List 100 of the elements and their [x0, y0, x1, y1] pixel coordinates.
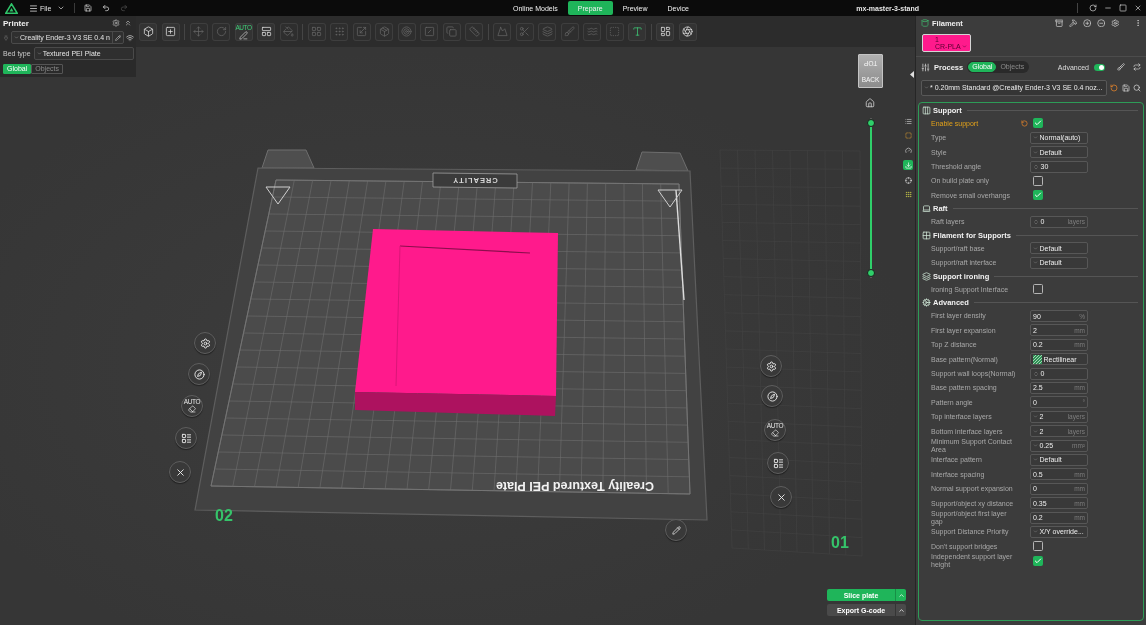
toolbar-button[interactable] — [678, 22, 697, 41]
mountain-icon — [496, 26, 508, 37]
check-icon — [1034, 556, 1042, 565]
compass-icon — [193, 368, 205, 380]
dots-grid-icon — [333, 26, 345, 37]
dashboard-icon — [659, 26, 671, 37]
collapse-icon[interactable] — [124, 19, 132, 28]
edit-plate-button[interactable] — [665, 519, 687, 541]
triangle-logo-icon[interactable] — [5, 2, 18, 14]
checkbox[interactable] — [1033, 555, 1043, 566]
dashed-square-icon — [904, 132, 912, 140]
checkbox[interactable] — [1033, 541, 1043, 552]
toolbar-button[interactable] — [656, 22, 674, 41]
settings-icon[interactable] — [1110, 18, 1119, 28]
home-icon[interactable] — [865, 98, 875, 108]
toolbar-button[interactable] — [139, 22, 157, 41]
toolbar-button[interactable] — [161, 22, 180, 41]
list-icon — [180, 432, 192, 444]
cog-icon — [922, 298, 931, 308]
ruler-icon — [468, 26, 480, 37]
cylinder-icon — [921, 19, 929, 27]
repeat-icon[interactable] — [1133, 63, 1141, 71]
caret-icon — [1033, 457, 1038, 463]
plate-objects-button[interactable] — [175, 427, 197, 449]
side-tool-button[interactable] — [903, 175, 913, 186]
move-arrows-icon — [193, 26, 204, 37]
slider-handle[interactable] — [867, 269, 875, 277]
circular-arrow-icon — [1089, 4, 1097, 12]
list-icon — [904, 117, 912, 125]
orient-button[interactable] — [188, 363, 210, 385]
package-icon — [378, 26, 390, 37]
caret-icon — [14, 35, 19, 41]
checkbox[interactable] — [1033, 118, 1043, 129]
caret-icon — [1033, 149, 1038, 155]
orient-button[interactable] — [761, 385, 783, 407]
reset-icon[interactable] — [1021, 119, 1028, 127]
hammer-icon[interactable] — [1068, 18, 1077, 28]
plate-settings-button[interactable] — [194, 332, 216, 354]
save-icon[interactable] — [1121, 83, 1130, 92]
pencil-icon — [115, 34, 121, 41]
toolbar-button[interactable] — [628, 22, 646, 41]
advanced-toggle[interactable] — [1094, 63, 1105, 71]
side-tool-button[interactable] — [903, 145, 913, 156]
undo-button[interactable] — [102, 4, 111, 12]
caret-icon — [1033, 135, 1038, 141]
spin-arrows-icon — [1033, 218, 1039, 225]
square-slash-icon — [423, 26, 435, 37]
brush-icon — [564, 26, 575, 37]
layers-icon — [922, 271, 931, 281]
eraser-icon — [771, 429, 779, 438]
warning-triangle-icon — [265, 186, 291, 205]
rotate-icon — [215, 26, 227, 37]
minus-circle-icon[interactable] — [1096, 18, 1105, 28]
scale-icon — [356, 26, 367, 37]
model-block[interactable] — [355, 229, 558, 416]
menu-caret-button[interactable] — [57, 4, 66, 12]
collapse-arrow-icon[interactable] — [910, 71, 914, 78]
save-button[interactable] — [84, 4, 93, 12]
square-plus-icon — [165, 26, 176, 37]
wifi-icon[interactable] — [126, 33, 134, 42]
panel-layout-icon — [260, 26, 272, 37]
checkbox[interactable] — [1033, 284, 1043, 295]
save-icon — [84, 4, 93, 12]
minimize-button[interactable] — [1104, 4, 1112, 12]
close-button[interactable] — [1134, 4, 1142, 12]
reset-icon[interactable] — [1110, 83, 1118, 92]
plate-label: Creality Textured PEI Plate — [495, 478, 655, 492]
checkbox[interactable] — [1033, 175, 1043, 186]
plate-number: 01 — [831, 535, 849, 551]
plate-objects-button[interactable] — [767, 452, 789, 474]
layers-icon — [541, 26, 553, 37]
sync-button[interactable] — [1089, 4, 1097, 12]
delete-plate-button[interactable] — [169, 461, 191, 483]
more-icon[interactable] — [1134, 19, 1142, 27]
menu-icon — [29, 3, 38, 13]
waves-icon — [586, 26, 598, 37]
caret-icon — [1033, 246, 1038, 251]
sliders-icon — [921, 62, 930, 72]
caret-icon — [57, 4, 66, 12]
settings-icon[interactable] — [112, 19, 120, 28]
toolbar-button[interactable] — [257, 22, 275, 41]
eraser-icon — [188, 405, 196, 414]
checkbox[interactable] — [1033, 190, 1043, 201]
side-tool-button[interactable] — [903, 160, 913, 171]
warning-triangle-icon — [657, 189, 683, 208]
side-tool-button[interactable] — [903, 116, 913, 126]
edit-button[interactable] — [112, 32, 123, 44]
pen-line-icon — [239, 30, 248, 40]
search-icon[interactable] — [1133, 83, 1141, 92]
target-icon — [401, 26, 412, 37]
brush-icon[interactable] — [1117, 63, 1125, 71]
plus-circle-icon[interactable] — [1082, 18, 1091, 28]
plate-settings-button[interactable] — [760, 355, 782, 377]
slider-handle[interactable] — [867, 119, 875, 127]
archive-icon[interactable] — [1054, 18, 1063, 28]
grid-icon — [922, 230, 931, 240]
redo-icon — [120, 4, 129, 12]
expand-button[interactable] — [895, 604, 906, 616]
maximize-button[interactable] — [1119, 4, 1127, 12]
delete-plate-button[interactable] — [770, 486, 792, 508]
